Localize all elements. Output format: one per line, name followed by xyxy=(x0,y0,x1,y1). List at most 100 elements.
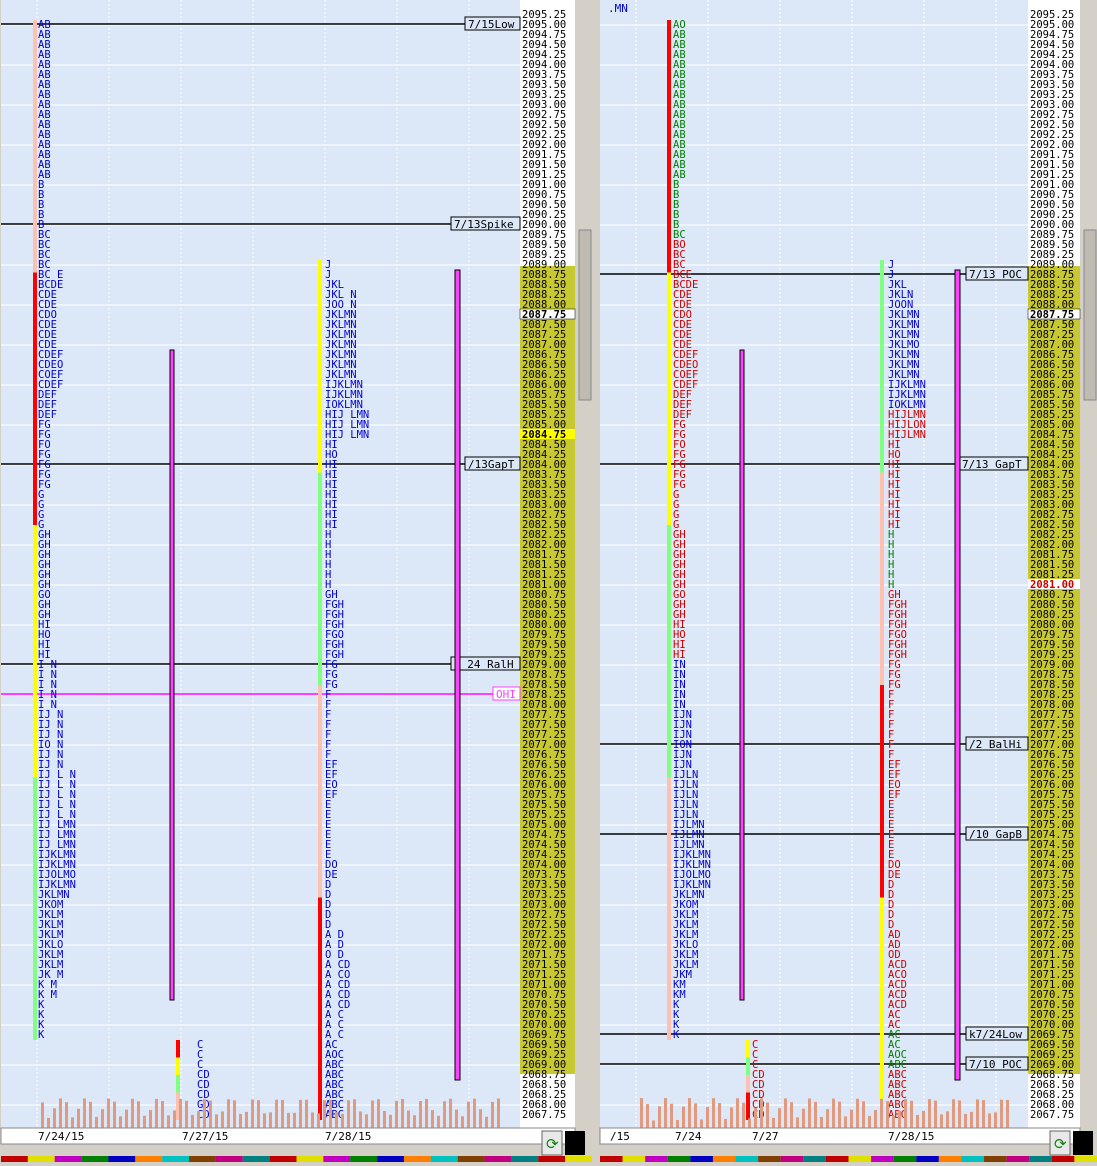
left-volume-bar xyxy=(341,1113,344,1128)
left-range-bar-segment xyxy=(33,20,37,283)
left-volume-bar xyxy=(59,1098,62,1128)
left-color-strip-cell xyxy=(323,1156,351,1162)
left-volume-bar xyxy=(119,1116,122,1128)
left-stop-button[interactable] xyxy=(565,1131,585,1155)
right-current-price-label: 2081.00 xyxy=(1030,579,1074,591)
left-color-strip-cell xyxy=(511,1156,539,1162)
right-volume-bar xyxy=(976,1099,979,1128)
right-date-label: 7/24 xyxy=(675,1130,702,1143)
left-color-strip-cell xyxy=(296,1156,324,1162)
right-volume-bar xyxy=(916,1114,919,1128)
left-scrollbar[interactable] xyxy=(578,0,592,1128)
right-stop-button[interactable] xyxy=(1073,1131,1093,1155)
right-volume-bar xyxy=(910,1100,913,1128)
right-volume-bar xyxy=(886,1101,889,1128)
left-range-bar-segment xyxy=(33,272,37,535)
left-volume-bar xyxy=(89,1101,92,1128)
right-volume-bar xyxy=(940,1114,943,1128)
left-volume-bar xyxy=(419,1101,422,1128)
left-volume-bar xyxy=(347,1100,350,1128)
left-volume-bar xyxy=(395,1100,398,1128)
left-volume-bar xyxy=(383,1111,386,1128)
left-color-strip-cell xyxy=(54,1156,82,1162)
left-volume-bar xyxy=(335,1111,338,1128)
tpo-row: K xyxy=(38,1029,45,1041)
right-volume-bar xyxy=(652,1120,655,1128)
left-range-bar-segment xyxy=(33,525,37,788)
right-level-label: /2 BalHi xyxy=(969,738,1022,751)
left-volume-bar xyxy=(437,1115,440,1128)
left-volume-bar xyxy=(449,1098,452,1128)
right-volume-bar xyxy=(724,1118,727,1128)
right-volume-bar xyxy=(712,1098,715,1128)
left-color-strip-cell xyxy=(189,1156,216,1162)
right-price-tick-label: 2067.75 xyxy=(1030,1109,1074,1121)
right-range-bar-segment xyxy=(880,260,884,483)
right-plot-background xyxy=(600,0,1028,1128)
right-volume-bar xyxy=(826,1109,829,1128)
left-scrollbar-thumb[interactable] xyxy=(578,229,592,401)
left-volume-bar xyxy=(485,1116,488,1128)
left-volume-bar xyxy=(167,1115,170,1128)
right-volume-bar xyxy=(994,1112,997,1128)
left-volume-bar xyxy=(185,1100,188,1128)
right-volume-bar xyxy=(718,1103,721,1128)
left-color-strip-cell xyxy=(1,1156,28,1162)
left-color-strip-cell xyxy=(269,1156,297,1162)
left-level-label: 7/15Low xyxy=(468,18,515,31)
left-volume-bar xyxy=(245,1111,248,1128)
right-volume-bar xyxy=(898,1110,901,1128)
left-volume-bar xyxy=(83,1098,86,1128)
right-volume-bar xyxy=(814,1101,817,1128)
right-volume-bar xyxy=(928,1099,931,1128)
left-volume-bar xyxy=(473,1098,476,1128)
right-composite-bar-2 xyxy=(954,269,961,1081)
right-range-bar-segment xyxy=(667,525,671,788)
right-last-price-label: 2087.75 xyxy=(1030,309,1074,321)
right-volume-bar xyxy=(748,1118,751,1128)
left-volume-bar xyxy=(365,1114,368,1128)
left-level-label: OHI xyxy=(496,688,516,701)
left-volume-bar xyxy=(299,1099,302,1128)
right-range-bar-segment xyxy=(746,1092,750,1120)
tpo-row: K xyxy=(673,1029,680,1041)
right-range-bar-segment xyxy=(880,472,884,695)
right-volume-bar xyxy=(802,1108,805,1128)
right-volume-bar xyxy=(640,1098,643,1128)
left-last-price-label: 2087.75 xyxy=(522,309,566,321)
left-volume-bar xyxy=(305,1099,308,1128)
right-volume-bar xyxy=(742,1102,745,1128)
right-volume-bar xyxy=(964,1113,967,1128)
left-volume-bar xyxy=(191,1114,194,1128)
right-color-strip-cell xyxy=(1006,1156,1030,1162)
right-range-bar-segment xyxy=(667,777,671,1040)
left-composite-bar xyxy=(169,349,175,1001)
left-volume-bar xyxy=(161,1101,164,1128)
left-volume-bar xyxy=(113,1101,116,1128)
left-color-strip-cell xyxy=(215,1156,243,1162)
left-volume-bar xyxy=(467,1101,470,1128)
right-level-label: 7/13 GapT xyxy=(962,458,1022,471)
left-volume-bar xyxy=(173,1110,176,1128)
right-level-label: k7/24Low xyxy=(969,1028,1022,1041)
left-price-tick-label: 2067.75 xyxy=(522,1109,566,1121)
right-color-strip-cell xyxy=(961,1156,985,1162)
right-volume-bar xyxy=(862,1101,865,1128)
right-volume-bar xyxy=(784,1098,787,1128)
right-scrollbar[interactable] xyxy=(1083,0,1097,1128)
left-composite-bar-2 xyxy=(454,269,461,1081)
left-range-bar-segment xyxy=(318,897,322,1120)
right-volume-bar xyxy=(970,1111,973,1128)
left-volume-bar xyxy=(95,1116,98,1128)
right-volume-bar xyxy=(778,1108,781,1128)
right-scrollbar-thumb[interactable] xyxy=(1083,229,1097,401)
right-top-label: .MN xyxy=(608,2,628,15)
right-volume-bar xyxy=(670,1103,673,1128)
left-panel: 2095.252095.002094.752094.502094.252094.… xyxy=(0,0,592,1162)
right-volume-bar xyxy=(730,1107,733,1128)
right-volume-bar xyxy=(946,1111,949,1128)
left-color-strip-cell xyxy=(538,1156,566,1162)
left-volume-bar xyxy=(239,1113,242,1128)
right-volume-bar xyxy=(922,1110,925,1128)
left-volume-bar xyxy=(407,1110,410,1128)
